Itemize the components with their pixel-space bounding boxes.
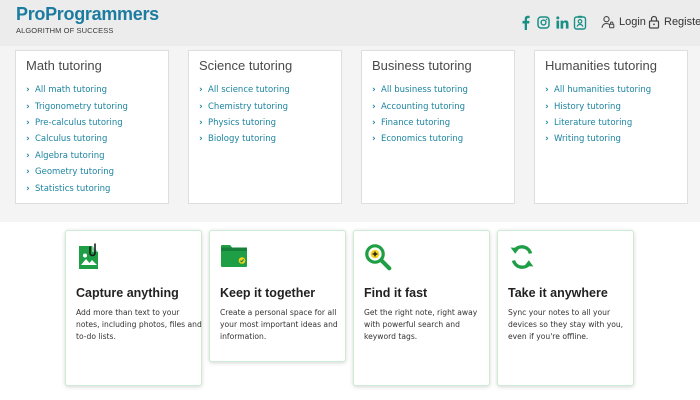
brand-logo-name[interactable]: ProProgrammers bbox=[16, 4, 159, 25]
chevron-right-icon: › bbox=[372, 101, 376, 112]
tutoring-link[interactable]: › Statistics tutoring bbox=[26, 180, 128, 196]
register-label: Register bbox=[664, 16, 700, 28]
tutoring-card-title: Math tutoring bbox=[26, 58, 102, 73]
feature-description: Create a personal space for all your mos… bbox=[220, 308, 338, 341]
tutoring-link[interactable]: › Accounting tutoring bbox=[372, 98, 468, 114]
tutoring-link[interactable]: › History tutoring bbox=[545, 98, 651, 114]
folder-check-icon bbox=[220, 243, 248, 271]
tutoring-link[interactable]: › Biology tutoring bbox=[199, 131, 290, 147]
tutoring-card-title: Science tutoring bbox=[199, 58, 293, 73]
login-label: Login bbox=[619, 16, 646, 28]
tutoring-link[interactable]: › Chemistry tutoring bbox=[199, 98, 290, 114]
chevron-right-icon: › bbox=[545, 85, 549, 96]
feature-title: Find it fast bbox=[364, 286, 428, 300]
attachment-image-icon bbox=[76, 243, 104, 271]
tutoring-link[interactable]: › All science tutoring bbox=[199, 82, 290, 98]
tutoring-link[interactable]: › Calculus tutoring bbox=[26, 131, 128, 147]
feature-title: Take it anywhere bbox=[508, 286, 608, 300]
tutoring-link[interactable]: › Algebra tutoring bbox=[26, 148, 128, 164]
feature-description: Add more than text to your notes, includ… bbox=[76, 308, 202, 341]
chevron-right-icon: › bbox=[26, 85, 30, 96]
tutoring-link-list: › All humanities tutoring › History tutori… bbox=[545, 82, 651, 148]
feature-card-capture: Capture anything Add more than text to y… bbox=[65, 230, 202, 386]
feature-card-keep-together: Keep it together Create a personal space… bbox=[209, 230, 346, 362]
tutoring-link[interactable]: › Trigonometry tutoring bbox=[26, 98, 128, 114]
chevron-right-icon: › bbox=[199, 85, 203, 96]
feature-title: Capture anything bbox=[76, 286, 179, 300]
tutoring-link[interactable]: › All business tutoring bbox=[372, 82, 468, 98]
chevron-right-icon: › bbox=[199, 134, 203, 145]
tutoring-link[interactable]: › All math tutoring bbox=[26, 82, 128, 98]
search-plus-icon bbox=[364, 243, 392, 271]
login-link[interactable]: Login bbox=[601, 12, 646, 32]
register-link[interactable]: Register bbox=[648, 12, 700, 32]
chevron-right-icon: › bbox=[372, 85, 376, 96]
facebook-icon[interactable] bbox=[518, 14, 532, 30]
tutoring-link[interactable]: › Finance tutoring bbox=[372, 115, 468, 131]
linkedin-icon[interactable] bbox=[555, 14, 569, 30]
humanities-tutoring-card: Humanities tutoring › All humanities tuto… bbox=[534, 50, 688, 204]
tutoring-card-title: Humanities tutoring bbox=[545, 58, 657, 73]
chevron-right-icon: › bbox=[199, 101, 203, 112]
tutoring-link[interactable]: › Geometry tutoring bbox=[26, 164, 128, 180]
tutoring-link-list: › All science tutoring › Chemistry tutorin… bbox=[199, 82, 290, 148]
tutoring-link[interactable]: › Pre-calculus tutoring bbox=[26, 115, 128, 131]
tutoring-link[interactable]: › Literature tutoring bbox=[545, 115, 651, 131]
brand-tagline: ALGORITHM OF SUCCESS bbox=[16, 26, 114, 35]
chevron-right-icon: › bbox=[545, 117, 549, 128]
chevron-right-icon: › bbox=[26, 134, 30, 145]
chevron-right-icon: › bbox=[26, 183, 30, 194]
tutoring-card-title: Business tutoring bbox=[372, 58, 472, 73]
sync-icon bbox=[508, 243, 536, 271]
math-tutoring-card: Math tutoring › All math tutoring › Trigon… bbox=[15, 50, 169, 204]
tutoring-link-list: › All math tutoring › Trigonometry tutorin… bbox=[26, 82, 128, 197]
tutoring-link[interactable]: › Physics tutoring bbox=[199, 115, 290, 131]
chevron-right-icon: › bbox=[26, 101, 30, 112]
feature-title: Keep it together bbox=[220, 286, 316, 300]
tutoring-link[interactable]: › Writing tutoring bbox=[545, 131, 651, 147]
instagram-icon[interactable] bbox=[536, 14, 550, 30]
tutoring-link[interactable]: › Economics tutoring bbox=[372, 131, 468, 147]
tutoring-link-list: › All business tutoring › Accounting tutor… bbox=[372, 82, 468, 148]
chevron-right-icon: › bbox=[26, 150, 30, 161]
feature-description: Get the right note, right away with powe… bbox=[364, 308, 478, 341]
business-tutoring-card: Business tutoring › All business tutoring… bbox=[361, 50, 515, 204]
user-icon bbox=[601, 16, 615, 29]
chevron-right-icon: › bbox=[545, 101, 549, 112]
share-icon[interactable] bbox=[573, 14, 587, 30]
chevron-right-icon: › bbox=[545, 134, 549, 145]
feature-description: Sync your notes to all your devices so t… bbox=[508, 308, 624, 341]
chevron-right-icon: › bbox=[26, 167, 30, 178]
site-header: ProProgrammers ALGORITHM OF SUCCESS Logi… bbox=[0, 0, 700, 46]
feature-card-find-fast: Find it fast Get the right note, right a… bbox=[353, 230, 490, 386]
chevron-right-icon: › bbox=[372, 117, 376, 128]
tutoring-link[interactable]: › All humanities tutoring bbox=[545, 82, 651, 98]
science-tutoring-card: Science tutoring › All science tutoring ›… bbox=[188, 50, 342, 204]
chevron-right-icon: › bbox=[372, 134, 376, 145]
lock-icon bbox=[648, 15, 660, 29]
chevron-right-icon: › bbox=[199, 117, 203, 128]
feature-card-take-anywhere: Take it anywhere Sync your notes to all … bbox=[497, 230, 634, 386]
chevron-right-icon: › bbox=[26, 117, 30, 128]
